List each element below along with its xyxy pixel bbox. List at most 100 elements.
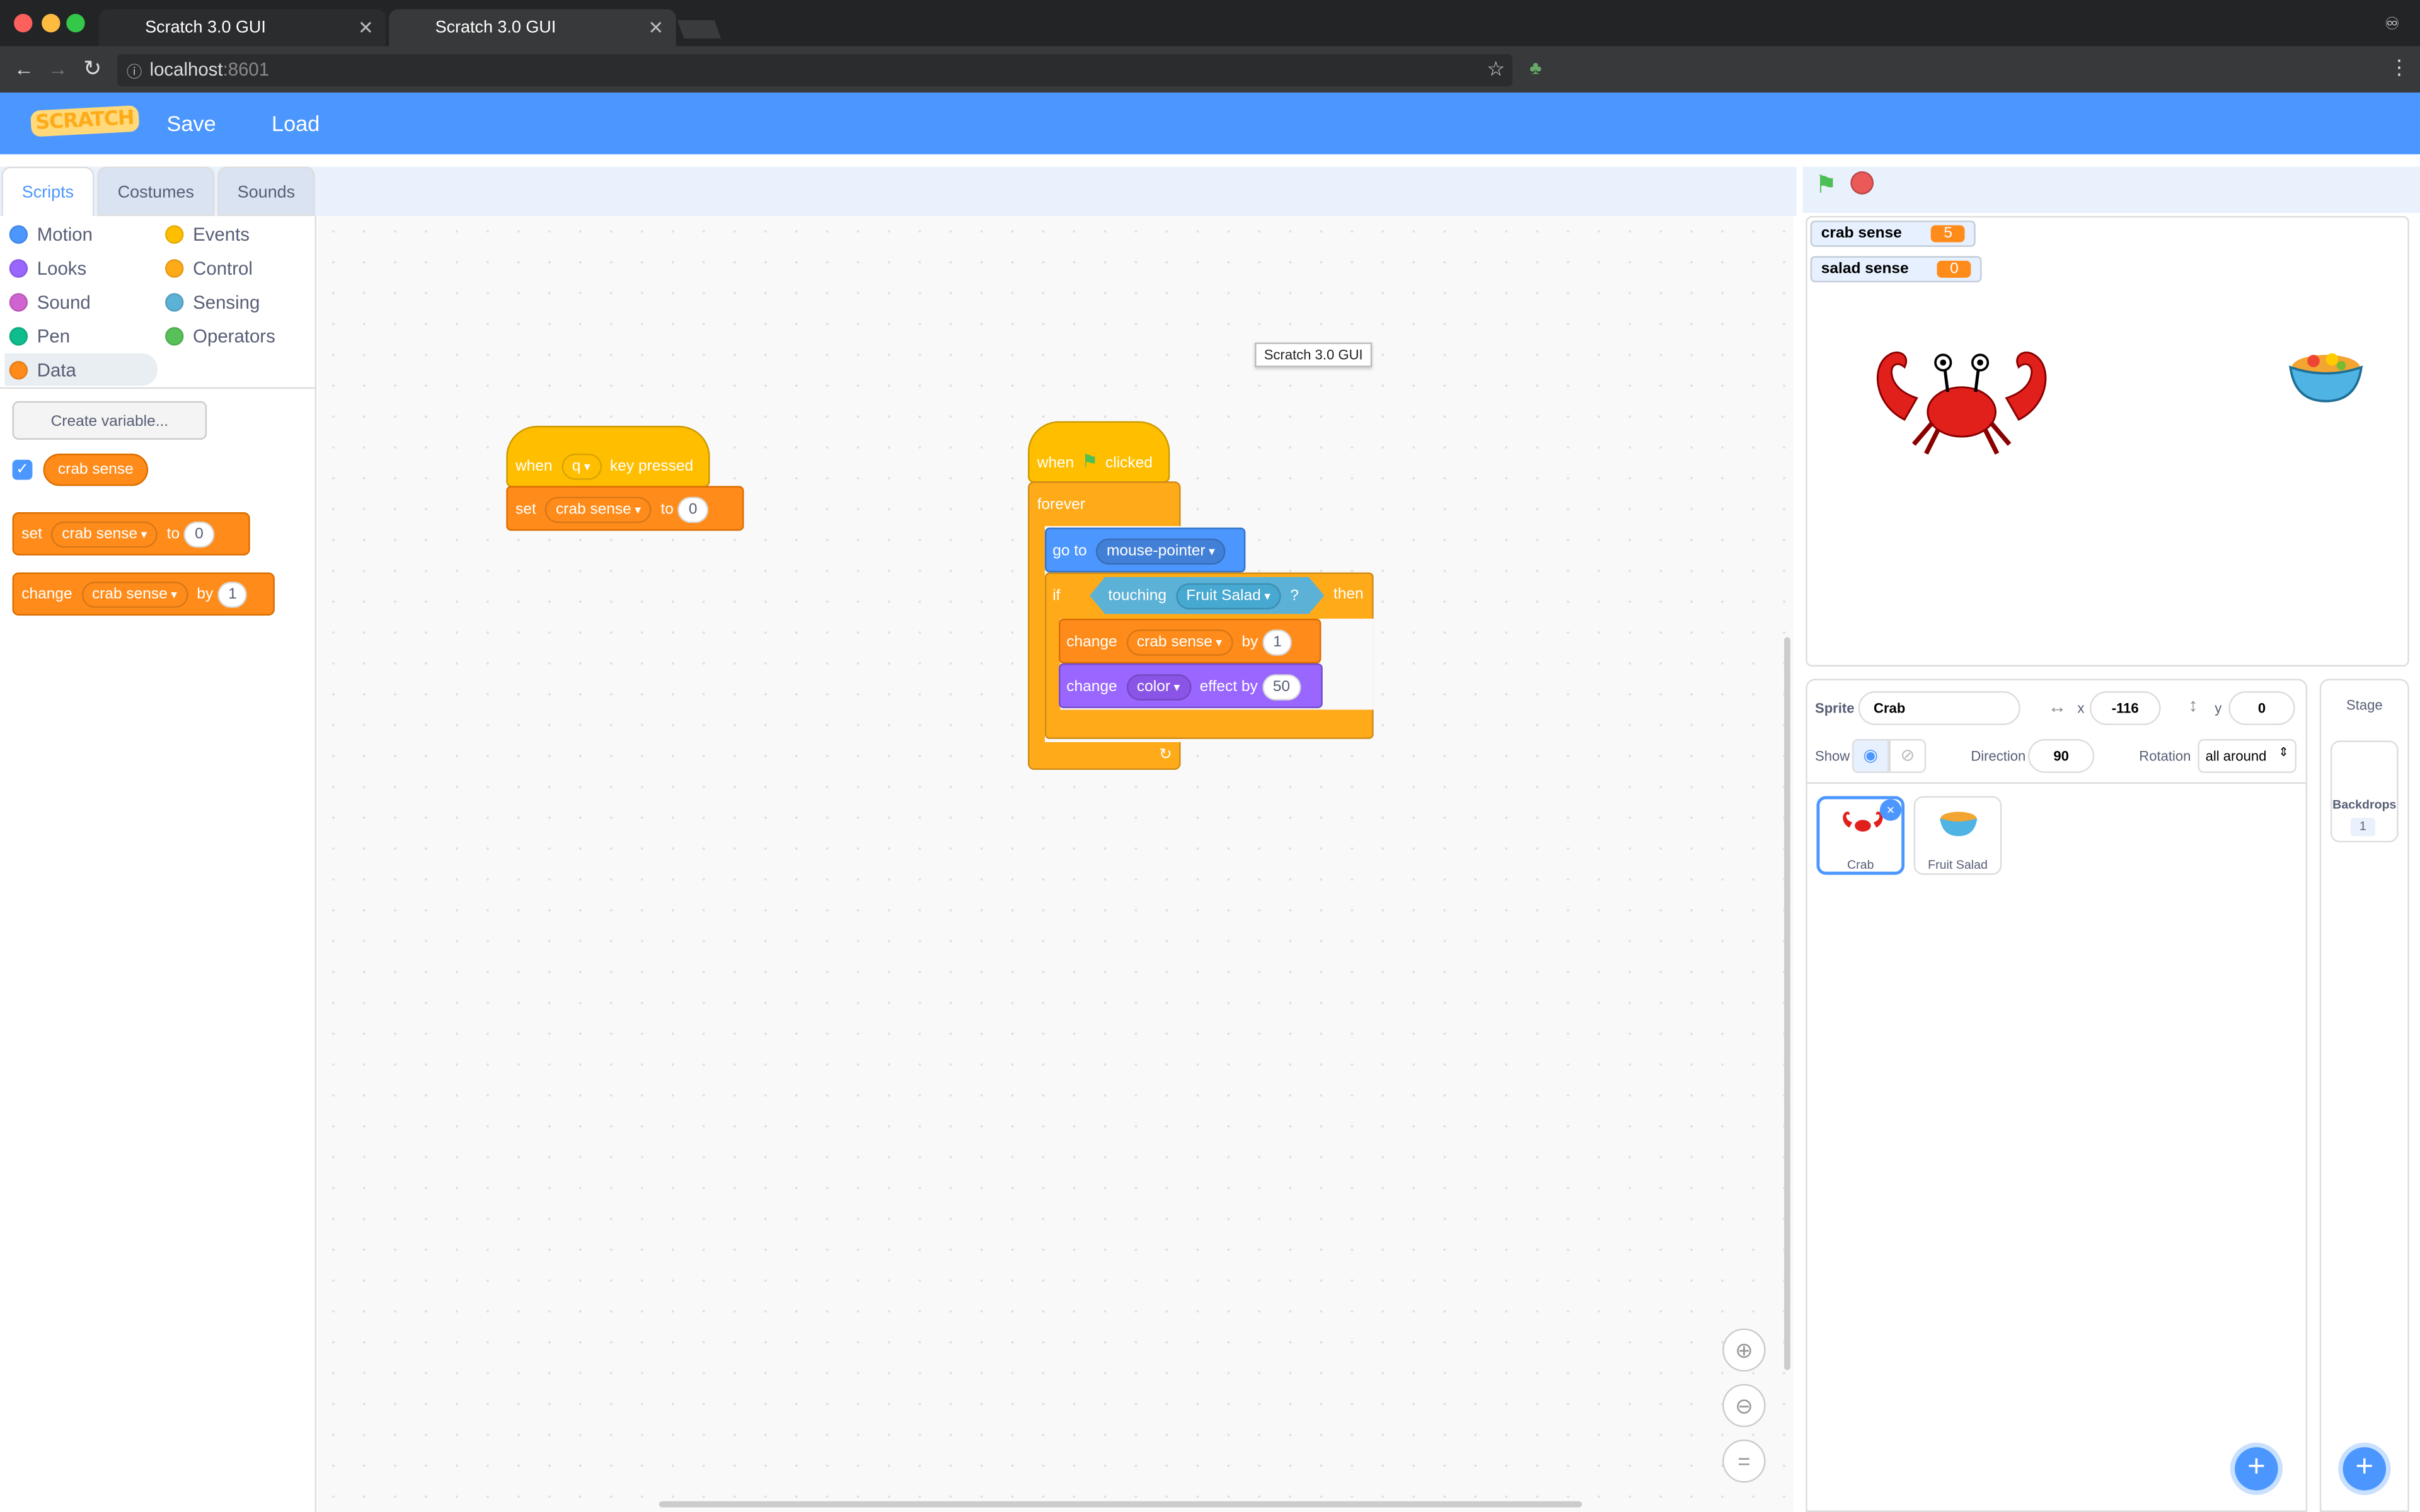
zoom-in-icon[interactable]: ⊕ bbox=[1722, 1328, 1766, 1372]
monitor-value: 0 bbox=[1937, 260, 1971, 278]
touching-sensor-block[interactable]: touching Fruit Salad ? bbox=[1090, 577, 1324, 614]
block-text: change bbox=[21, 586, 72, 604]
variable-reporter-crab-sense[interactable]: crab sense bbox=[43, 454, 149, 486]
tab-costumes[interactable]: Costumes bbox=[97, 166, 215, 216]
crab-sprite-icon[interactable] bbox=[1870, 343, 2053, 466]
motion-dot-icon bbox=[9, 225, 28, 244]
workspace-vertical-scrollbar[interactable] bbox=[1784, 637, 1790, 1370]
sound-dot-icon bbox=[9, 293, 28, 312]
show-hidden-eye-icon[interactable]: ⊘ bbox=[1889, 739, 1927, 773]
change-variable-block[interactable]: change crab sense by 1 bbox=[12, 572, 275, 616]
zoom-reset-button[interactable]: = bbox=[1722, 1439, 1766, 1483]
key-dropdown[interactable]: q bbox=[561, 454, 601, 480]
palette-divider bbox=[0, 387, 317, 389]
go-to-block[interactable]: go to mouse-pointer bbox=[1044, 527, 1246, 573]
save-button[interactable]: Save bbox=[166, 111, 216, 135]
block-text: change bbox=[1066, 679, 1117, 696]
browser-tab-1[interactable]: Scratch 3.0 GUI ✕ bbox=[98, 9, 386, 47]
script-workspace[interactable] bbox=[318, 215, 1794, 1512]
touching-target-dropdown[interactable]: Fruit Salad bbox=[1175, 583, 1281, 610]
workspace-horizontal-scrollbar[interactable] bbox=[659, 1501, 1582, 1508]
green-flag-icon: ⚑ bbox=[1081, 450, 1098, 472]
add-sprite-button[interactable]: + bbox=[2235, 1447, 2278, 1491]
variable-monitor-salad-sense[interactable]: salad sense 0 bbox=[1810, 256, 1982, 283]
variable-monitor-crab-sense[interactable]: crab sense 5 bbox=[1810, 220, 1976, 247]
maximize-window-icon[interactable] bbox=[66, 14, 85, 33]
events-dot-icon bbox=[165, 225, 184, 244]
reload-icon[interactable]: ↻ bbox=[83, 55, 101, 82]
category-data[interactable]: Data bbox=[9, 360, 76, 381]
direction-label: Direction bbox=[1971, 748, 2026, 764]
y-input[interactable]: 0 bbox=[2228, 691, 2295, 726]
value-input[interactable]: 1 bbox=[217, 581, 248, 608]
sprite-label: Sprite bbox=[1815, 700, 1855, 716]
profile-icon[interactable]: ♾ bbox=[2385, 14, 2400, 33]
zoom-out-icon[interactable]: ⊖ bbox=[1722, 1383, 1766, 1428]
browser-menu-icon[interactable]: ⋮ bbox=[2389, 55, 2409, 80]
stop-icon[interactable] bbox=[1850, 171, 1874, 195]
menu-bar: SCRATCH Save Load bbox=[0, 92, 2420, 154]
category-pen[interactable]: Pen bbox=[9, 326, 70, 347]
add-backdrop-button[interactable]: + bbox=[2342, 1447, 2387, 1491]
fruit-salad-sprite-icon[interactable] bbox=[2286, 346, 2366, 404]
forward-icon[interactable]: → bbox=[48, 57, 68, 81]
new-tab-button[interactable] bbox=[677, 20, 722, 39]
value-input[interactable]: 0 bbox=[677, 496, 708, 524]
pen-dot-icon bbox=[9, 327, 28, 346]
change-variable-block[interactable]: change crab sense by 1 bbox=[1059, 619, 1322, 664]
value-input[interactable]: 1 bbox=[1262, 629, 1293, 656]
load-button[interactable]: Load bbox=[272, 111, 320, 135]
delete-sprite-icon[interactable]: × bbox=[1879, 799, 1902, 821]
green-flag-icon[interactable]: ⚑ bbox=[1815, 169, 1837, 200]
effect-dropdown[interactable]: color bbox=[1126, 674, 1191, 701]
go-to-target-dropdown[interactable]: mouse-pointer bbox=[1095, 538, 1226, 565]
monitor-label: salad sense bbox=[1821, 260, 1909, 278]
tab-close-icon[interactable]: ✕ bbox=[648, 17, 664, 38]
tab-scripts[interactable]: Scripts bbox=[1, 166, 95, 216]
category-sensing[interactable]: Sensing bbox=[165, 292, 260, 313]
url-host: localhost bbox=[149, 59, 223, 81]
show-visible-eye-icon[interactable]: ◉ bbox=[1852, 739, 1889, 773]
tab-sounds[interactable]: Sounds bbox=[217, 166, 315, 216]
sprite-name-input[interactable]: Crab bbox=[1858, 691, 2020, 726]
minimize-window-icon[interactable] bbox=[42, 14, 60, 33]
category-sound[interactable]: Sound bbox=[9, 292, 91, 313]
variable-dropdown[interactable]: crab sense bbox=[51, 521, 158, 548]
extension-icon[interactable]: ♣ bbox=[1530, 57, 1541, 79]
variable-dropdown[interactable]: crab sense bbox=[81, 581, 188, 608]
when-flag-clicked-block[interactable]: when ⚑ clicked bbox=[1028, 421, 1170, 483]
stage-header bbox=[1802, 166, 2420, 213]
when-key-pressed-block[interactable]: when q key pressed bbox=[506, 425, 710, 488]
bookmark-star-icon[interactable]: ☆ bbox=[1487, 57, 1505, 82]
rotation-style-select[interactable]: all around ⇕ bbox=[2198, 739, 2297, 773]
data-dot-icon bbox=[9, 361, 28, 380]
back-icon[interactable]: ← bbox=[14, 57, 34, 81]
close-window-icon[interactable] bbox=[14, 14, 33, 33]
direction-input[interactable]: 90 bbox=[2027, 739, 2095, 773]
category-looks[interactable]: Looks bbox=[9, 258, 87, 279]
category-motion[interactable]: Motion bbox=[9, 224, 93, 245]
variable-checkbox[interactable]: ✓ bbox=[12, 459, 33, 480]
value-input[interactable]: 50 bbox=[1262, 674, 1301, 701]
block-text: effect by bbox=[1199, 679, 1258, 696]
y-position-icon: ↕ bbox=[2188, 694, 2198, 716]
scratch-logo[interactable]: SCRATCH bbox=[30, 105, 139, 137]
change-effect-block[interactable]: change color effect by 50 bbox=[1059, 663, 1323, 709]
browser-tab-2[interactable]: Scratch 3.0 GUI ✕ bbox=[389, 9, 676, 47]
set-variable-block[interactable]: set crab sense to 0 bbox=[506, 486, 744, 531]
sprite-tile-fruit-salad[interactable]: Fruit Salad bbox=[1913, 796, 2002, 875]
category-control[interactable]: Control bbox=[165, 258, 253, 279]
tab-title: Scratch 3.0 GUI bbox=[435, 18, 556, 37]
category-operators[interactable]: Operators bbox=[165, 326, 275, 347]
set-variable-block[interactable]: set crab sense to 0 bbox=[12, 512, 250, 556]
stage-title: Stage bbox=[2346, 697, 2383, 713]
tab-close-icon[interactable]: ✕ bbox=[358, 17, 374, 38]
block-text: by bbox=[197, 586, 214, 604]
address-bar[interactable]: ⓘ localhost:8601 ☆ bbox=[117, 54, 1513, 87]
create-variable-button[interactable]: Create variable... bbox=[12, 401, 207, 440]
category-events[interactable]: Events bbox=[165, 224, 250, 245]
variable-dropdown[interactable]: crab sense bbox=[1126, 629, 1233, 656]
variable-dropdown[interactable]: crab sense bbox=[544, 496, 652, 524]
x-input[interactable]: -116 bbox=[2089, 691, 2161, 726]
value-input[interactable]: 0 bbox=[183, 521, 214, 548]
